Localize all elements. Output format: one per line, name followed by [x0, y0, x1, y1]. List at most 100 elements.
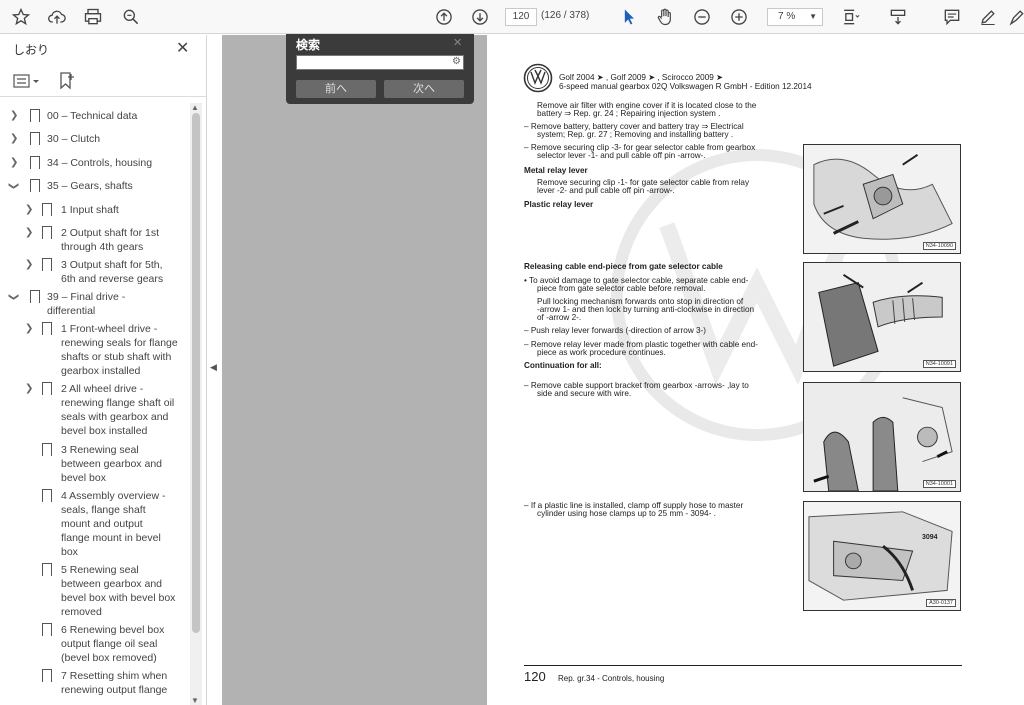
panel-toolbar: [0, 65, 206, 97]
bookmark-item[interactable]: 5 Renewing seal between gearbox and beve…: [0, 563, 190, 619]
next-page-icon[interactable]: [468, 5, 492, 29]
bookmark-item[interactable]: ❯ 3 Output shaft for 5th, 6th and revers…: [0, 258, 190, 286]
bookmark-icon: [42, 203, 52, 220]
bookmark-icon: [42, 226, 52, 243]
figure-cable-endpiece: N34-10091: [803, 262, 961, 372]
scroll-up-icon[interactable]: ▲: [191, 103, 199, 112]
chevron-right-icon[interactable]: ❯: [10, 132, 18, 146]
bookmark-item[interactable]: ❯ 1 Front-wheel drive - renewing seals f…: [0, 322, 190, 378]
close-icon[interactable]: ✕: [453, 36, 462, 49]
page-number-input[interactable]: 120: [505, 8, 537, 26]
zoom-level-value: 7 %: [778, 11, 796, 22]
find-previous-button[interactable]: 前へ: [296, 80, 376, 98]
bookmark-icon: [30, 132, 40, 149]
chevron-right-icon[interactable]: ❯: [25, 258, 33, 272]
gear-icon[interactable]: ⚙: [452, 56, 461, 67]
doc-text: – Push relay lever forwards (-direction …: [524, 326, 707, 335]
chevron-down-icon: ▼: [809, 12, 817, 21]
figure-code: N34-10001: [922, 480, 956, 488]
bookmark-scrollbar[interactable]: ▲ ▼: [190, 103, 202, 705]
bookmark-icon: [30, 290, 40, 307]
chevron-right-icon[interactable]: ❯: [10, 109, 18, 123]
upload-cloud-icon[interactable]: [45, 5, 69, 29]
hand-tool-icon[interactable]: [653, 5, 677, 29]
bookmark-item[interactable]: 4 Assembly overview - seals, flange shaf…: [0, 489, 190, 559]
footer-reference: Rep. gr.34 - Controls, housing: [558, 674, 665, 683]
chevron-right-icon[interactable]: ❯: [10, 156, 18, 170]
bookmark-item[interactable]: ❯ 2 Output shaft for 1st through 4th gea…: [0, 226, 190, 254]
page-fit-icon[interactable]: [838, 5, 862, 29]
bookmark-icon: [42, 322, 52, 339]
zoom-level-select[interactable]: 7 % ▼: [767, 8, 823, 26]
page-count: (126 / 378): [541, 10, 590, 21]
chevron-right-icon[interactable]: ❯: [25, 322, 33, 336]
figure-code: N34-10091: [922, 360, 956, 368]
bookmark-icon: [42, 489, 52, 506]
bookmark-icon: [42, 669, 52, 686]
star-icon[interactable]: [9, 5, 33, 29]
doc-text: of -arrow 2-.: [537, 313, 582, 322]
bookmark-icon: [42, 258, 52, 275]
print-icon[interactable]: [81, 5, 105, 29]
doc-text: piece from gate selector cable before re…: [537, 284, 706, 293]
options-menu-icon[interactable]: [13, 71, 41, 91]
figure-cable-bracket: N34-10001: [803, 382, 961, 492]
chevron-down-icon[interactable]: ❯: [6, 293, 20, 301]
doc-text: side and secure with wire.: [537, 389, 632, 398]
doc-header-line: 6-speed manual gearbox 02Q Volkswagen R …: [559, 82, 812, 91]
chevron-right-icon[interactable]: ❯: [25, 226, 33, 240]
bookmark-item[interactable]: 3 Renewing seal between gearbox and beve…: [0, 443, 190, 485]
doc-heading: Releasing cable end-piece from gate sele…: [524, 262, 723, 271]
doc-text: lever -2- and pull cable off pin -arrow-…: [537, 186, 675, 195]
close-icon[interactable]: ✕: [176, 38, 189, 58]
collapse-panel-icon[interactable]: ◀: [210, 362, 217, 373]
doc-text: system; Rep. gr. 27 ; Removing and insta…: [537, 130, 734, 139]
bookmark-icon: [42, 563, 52, 580]
document-workspace: [222, 35, 487, 705]
scroll-mode-icon[interactable]: [886, 5, 910, 29]
panel-title: しおり: [13, 43, 50, 57]
figure-gearbox-levers: N34-10090: [803, 144, 961, 254]
bookmark-item[interactable]: ❯ 39 – Final drive - differential: [0, 290, 190, 318]
bookmark-item[interactable]: 6 Renewing bevel box output flange oil s…: [0, 623, 190, 665]
doc-text: selector lever -1- and pull cable off pi…: [537, 151, 706, 160]
figure-code: A30-0137: [926, 599, 956, 607]
highlighter-icon[interactable]: [1004, 5, 1024, 29]
previous-page-icon[interactable]: [432, 5, 456, 29]
bookmark-icon: [42, 443, 52, 460]
chevron-right-icon[interactable]: ❯: [25, 203, 33, 217]
doc-text: cylinder using hose clamps up to 25 mm -…: [537, 509, 716, 518]
bookmark-list: ❯ 00 – Technical data ❯ 30 – Clutch ❯ 34…: [0, 103, 190, 705]
pen-icon[interactable]: [976, 5, 1000, 29]
select-cursor-icon[interactable]: [617, 5, 641, 29]
pdf-page: Golf 2004 ➤ , Golf 2009 ➤ , Scirocco 200…: [487, 35, 1024, 705]
vw-logo-icon: [523, 63, 553, 93]
comment-icon[interactable]: [940, 5, 964, 29]
find-next-button[interactable]: 次へ: [384, 80, 464, 98]
doc-header-line: Golf 2004 ➤ , Golf 2009 ➤ , Scirocco 200…: [559, 73, 723, 82]
scroll-down-icon[interactable]: ▼: [191, 696, 199, 705]
bookmark-item[interactable]: ❯ 2 All wheel drive - renewing flange sh…: [0, 382, 190, 438]
bookmark-icon: [30, 109, 40, 126]
page-number: 120: [524, 669, 546, 684]
bookmark-icon: [42, 623, 52, 640]
doc-heading: Metal relay lever: [524, 166, 588, 175]
doc-heading: Plastic relay lever: [524, 200, 594, 209]
zoom-in-icon[interactable]: [727, 5, 751, 29]
chevron-down-icon[interactable]: ❯: [6, 182, 20, 190]
figure-hose-clamp: 3094 A30-0137: [803, 501, 961, 611]
doc-text: piece as work procedure continues.: [537, 348, 666, 357]
scroll-thumb[interactable]: [192, 113, 200, 633]
find-popup: 検索 ✕ ⚙ 前へ 次へ: [286, 34, 474, 104]
toolbar: 120 (126 / 378) 7 % ▼: [0, 0, 1024, 34]
zoom-out-icon[interactable]: [690, 5, 714, 29]
figure-label: 3094: [922, 534, 938, 541]
chevron-right-icon[interactable]: ❯: [25, 382, 33, 396]
doc-text: battery ⇒ Rep. gr. 24 ; Repairing inject…: [537, 109, 721, 118]
footer-rule: [524, 665, 962, 666]
find-input[interactable]: ⚙: [296, 55, 464, 70]
bookmarks-panel: しおり ✕ ❯ 00 – Technical data ❯ 30 – Clutc…: [0, 35, 207, 705]
add-bookmark-icon[interactable]: [58, 71, 76, 91]
bookmark-item[interactable]: 7 Resetting shim when renewing output fl…: [0, 669, 190, 697]
zoom-search-icon[interactable]: [119, 5, 143, 29]
